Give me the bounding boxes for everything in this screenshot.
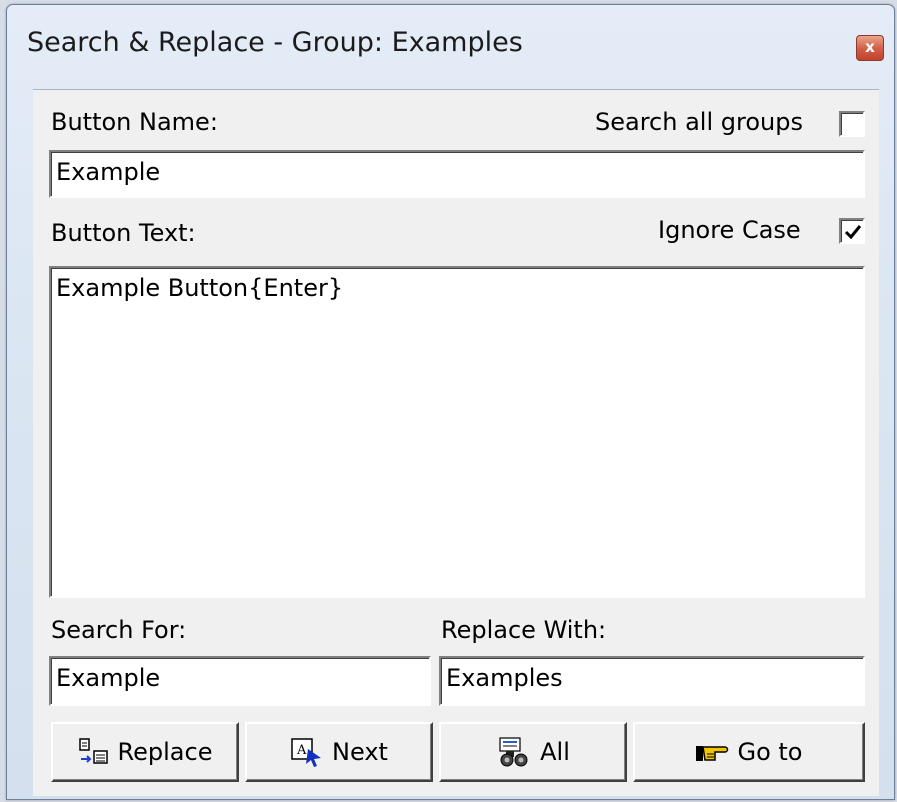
next-icon: A — [290, 737, 324, 767]
replace-with-input[interactable]: Examples — [439, 656, 865, 706]
title-bar[interactable]: Search & Replace - Group: Examples x — [7, 5, 894, 89]
replace-button[interactable]: Replace — [51, 722, 239, 782]
ignore-case-label: Ignore Case — [658, 216, 801, 244]
close-icon: x — [865, 38, 875, 56]
go-to-button-label: Go to — [737, 738, 803, 766]
replace-with-label: Replace With: — [441, 616, 607, 644]
search-for-label: Search For: — [51, 616, 187, 644]
button-text-area[interactable]: Example Button{Enter} — [49, 266, 865, 598]
button-name-label: Button Name: — [51, 108, 218, 136]
svg-text:A: A — [296, 743, 307, 758]
close-button[interactable]: x — [856, 35, 884, 61]
ignore-case-checkbox[interactable] — [839, 218, 865, 244]
replace-icon — [78, 737, 110, 767]
next-button[interactable]: A Next — [245, 722, 433, 782]
button-text-label: Button Text: — [51, 219, 196, 247]
binoculars-icon — [496, 737, 532, 767]
search-for-input[interactable]: Example — [49, 656, 431, 706]
search-replace-window: Search & Replace - Group: Examples x But… — [6, 4, 895, 800]
window-title: Search & Replace - Group: Examples — [27, 27, 523, 58]
go-to-button[interactable]: Go to — [633, 722, 865, 782]
all-button[interactable]: All — [439, 722, 627, 782]
checkmark-icon — [844, 225, 862, 240]
all-button-label: All — [540, 738, 570, 766]
pointing-hand-icon — [695, 740, 729, 764]
replace-button-label: Replace — [117, 738, 213, 766]
search-all-groups-label: Search all groups — [595, 108, 803, 136]
button-name-input[interactable]: Example — [49, 150, 865, 198]
next-button-label: Next — [332, 738, 388, 766]
dialog-body: Button Name: Search all groups Example B… — [33, 89, 879, 796]
search-all-groups-checkbox[interactable] — [839, 111, 865, 137]
